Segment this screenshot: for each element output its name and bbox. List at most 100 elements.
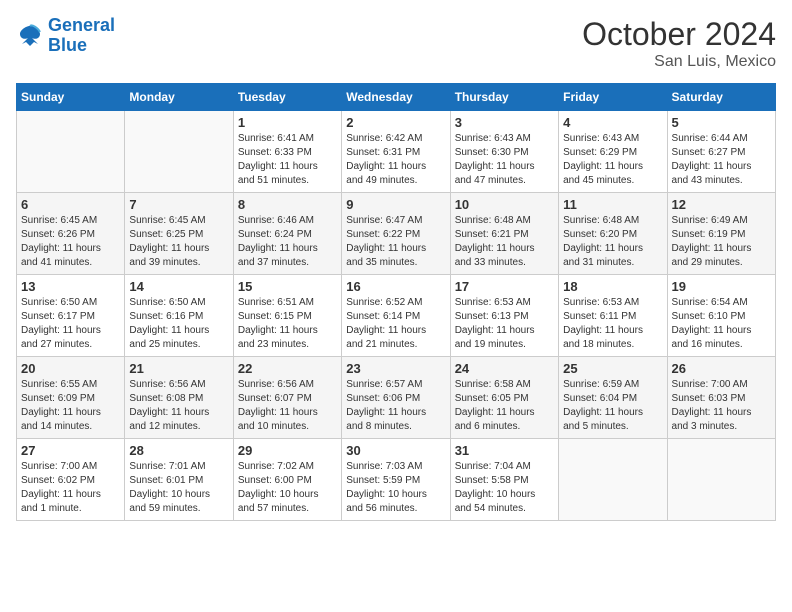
day-info: Sunrise: 6:47 AMSunset: 6:22 PMDaylight:… [346,214,445,270]
header-sunday: Sunday [17,84,125,111]
day-number: 15 [238,279,337,294]
calendar-cell: 18 Sunrise: 6:53 AMSunset: 6:11 PMDayligh… [559,275,667,357]
calendar-cell [17,111,125,193]
location-title: San Luis, Mexico [582,53,776,71]
day-number: 13 [21,279,120,294]
calendar-cell: 12 Sunrise: 6:49 AMSunset: 6:19 PMDayligh… [667,193,775,275]
day-number: 16 [346,279,445,294]
day-number: 18 [563,279,662,294]
header-wednesday: Wednesday [342,84,450,111]
day-info: Sunrise: 6:54 AMSunset: 6:10 PMDaylight:… [672,296,771,352]
calendar-cell: 2Sunrise: 6:42 AMSunset: 6:31 PMDaylight… [342,111,450,193]
day-number: 25 [563,361,662,376]
header-monday: Monday [125,84,233,111]
day-number: 5 [672,115,771,130]
header-tuesday: Tuesday [233,84,341,111]
calendar-cell: 14Sunrise: 6:50 AMSunset: 6:16 PMDayligh… [125,275,233,357]
calendar-body: 1Sunrise: 6:41 AMSunset: 6:33 PMDaylight… [17,111,776,521]
day-info: Sunrise: 6:45 AMSunset: 6:26 PMDaylight:… [21,214,120,270]
calendar-table: Sunday Monday Tuesday Wednesday Thursday… [16,83,776,521]
day-number: 8 [238,197,337,212]
calendar-cell: 30Sunrise: 7:03 AMSunset: 5:59 PMDayligh… [342,439,450,521]
calendar-cell: 1Sunrise: 6:41 AMSunset: 6:33 PMDaylight… [233,111,341,193]
logo-text: General Blue [48,16,115,56]
day-number: 29 [238,443,337,458]
title-block: October 2024 San Luis, Mexico [582,16,776,71]
calendar-cell: 29 Sunrise: 7:02 AMSunset: 6:00 PMDayligh… [233,439,341,521]
day-info: Sunrise: 6:49 AMSunset: 6:19 PMDaylight:… [672,214,771,270]
day-number: 4 [563,115,662,130]
day-info: Sunrise: 6:59 AMSunset: 6:04 PMDaylight:… [563,378,662,434]
calendar-cell: 27Sunrise: 7:00 AMSunset: 6:02 PMDayligh… [17,439,125,521]
day-number: 20 [21,361,120,376]
calendar-cell: 31 Sunrise: 7:04 AMSunset: 5:58 PMDayligh… [450,439,558,521]
day-number: 3 [455,115,554,130]
day-info: Sunrise: 6:43 AMSunset: 6:30 PMDaylight:… [455,132,554,188]
calendar-cell: 26Sunrise: 7:00 AMSunset: 6:03 PMDayligh… [667,357,775,439]
day-number: 31 [455,443,554,458]
day-info: Sunrise: 6:50 AMSunset: 6:17 PMDaylight:… [21,296,120,352]
calendar-cell: 9 Sunrise: 6:47 AMSunset: 6:22 PMDaylight… [342,193,450,275]
header-saturday: Saturday [667,84,775,111]
calendar-week-1: 1Sunrise: 6:41 AMSunset: 6:33 PMDaylight… [17,111,776,193]
day-number: 21 [129,361,228,376]
calendar-cell: 5 Sunrise: 6:44 AMSunset: 6:27 PMDaylight… [667,111,775,193]
month-title: October 2024 [582,16,776,53]
calendar-header: Sunday Monday Tuesday Wednesday Thursday… [17,84,776,111]
calendar-cell [125,111,233,193]
day-number: 14 [129,279,228,294]
calendar-cell: 13 Sunrise: 6:50 AMSunset: 6:17 PMDayligh… [17,275,125,357]
calendar-cell: 16 Sunrise: 6:52 AMSunset: 6:14 PMDayligh… [342,275,450,357]
day-info: Sunrise: 6:51 AMSunset: 6:15 PMDaylight:… [238,296,337,352]
logo: General Blue [16,16,115,56]
day-info: Sunrise: 6:53 AMSunset: 6:13 PMDaylight:… [455,296,554,352]
day-info: Sunrise: 7:00 AMSunset: 6:03 PMDaylight:… [672,378,771,434]
day-info: Sunrise: 7:04 AMSunset: 5:58 PMDaylight:… [455,460,554,516]
day-info: Sunrise: 7:01 AMSunset: 6:01 PMDaylight:… [129,460,228,516]
day-info: Sunrise: 6:43 AMSunset: 6:29 PMDaylight:… [563,132,662,188]
day-info: Sunrise: 6:55 AMSunset: 6:09 PMDaylight:… [21,378,120,434]
day-number: 23 [346,361,445,376]
header-friday: Friday [559,84,667,111]
day-number: 17 [455,279,554,294]
day-info: Sunrise: 6:56 AMSunset: 6:08 PMDaylight:… [129,378,228,434]
calendar-cell [559,439,667,521]
day-info: Sunrise: 6:52 AMSunset: 6:14 PMDaylight:… [346,296,445,352]
day-number: 24 [455,361,554,376]
calendar-cell: 24 Sunrise: 6:58 AMSunset: 6:05 PMDayligh… [450,357,558,439]
calendar-cell: 25 Sunrise: 6:59 AMSunset: 6:04 PMDayligh… [559,357,667,439]
logo-icon [16,22,44,50]
calendar-week-5: 27Sunrise: 7:00 AMSunset: 6:02 PMDayligh… [17,439,776,521]
day-number: 11 [563,197,662,212]
day-number: 27 [21,443,120,458]
calendar-cell: 28 Sunrise: 7:01 AMSunset: 6:01 PMDayligh… [125,439,233,521]
calendar-cell: 8 Sunrise: 6:46 AMSunset: 6:24 PMDaylight… [233,193,341,275]
day-number: 12 [672,197,771,212]
day-info: Sunrise: 6:53 AMSunset: 6:11 PMDaylight:… [563,296,662,352]
calendar-cell: 6Sunrise: 6:45 AMSunset: 6:26 PMDaylight… [17,193,125,275]
day-number: 9 [346,197,445,212]
day-info: Sunrise: 6:45 AMSunset: 6:25 PMDaylight:… [129,214,228,270]
calendar-cell: 11 Sunrise: 6:48 AMSunset: 6:20 PMDayligh… [559,193,667,275]
calendar-cell: 19Sunrise: 6:54 AMSunset: 6:10 PMDayligh… [667,275,775,357]
calendar-cell: 15 Sunrise: 6:51 AMSunset: 6:15 PMDayligh… [233,275,341,357]
calendar-cell [667,439,775,521]
day-info: Sunrise: 6:41 AMSunset: 6:33 PMDaylight:… [238,132,337,188]
day-info: Sunrise: 6:58 AMSunset: 6:05 PMDaylight:… [455,378,554,434]
header-row: Sunday Monday Tuesday Wednesday Thursday… [17,84,776,111]
calendar-week-4: 20 Sunrise: 6:55 AMSunset: 6:09 PMDayligh… [17,357,776,439]
calendar-cell: 7 Sunrise: 6:45 AMSunset: 6:25 PMDaylight… [125,193,233,275]
calendar-cell: 10Sunrise: 6:48 AMSunset: 6:21 PMDayligh… [450,193,558,275]
day-info: Sunrise: 6:48 AMSunset: 6:20 PMDaylight:… [563,214,662,270]
day-number: 30 [346,443,445,458]
day-info: Sunrise: 6:46 AMSunset: 6:24 PMDaylight:… [238,214,337,270]
page-header: General Blue October 2024 San Luis, Mexi… [16,16,776,71]
calendar-cell: 17 Sunrise: 6:53 AMSunset: 6:13 PMDayligh… [450,275,558,357]
day-info: Sunrise: 6:48 AMSunset: 6:21 PMDaylight:… [455,214,554,270]
calendar-week-3: 13 Sunrise: 6:50 AMSunset: 6:17 PMDayligh… [17,275,776,357]
calendar-cell: 22Sunrise: 6:56 AMSunset: 6:07 PMDayligh… [233,357,341,439]
day-info: Sunrise: 7:02 AMSunset: 6:00 PMDaylight:… [238,460,337,516]
day-number: 7 [129,197,228,212]
day-number: 28 [129,443,228,458]
day-info: Sunrise: 6:44 AMSunset: 6:27 PMDaylight:… [672,132,771,188]
